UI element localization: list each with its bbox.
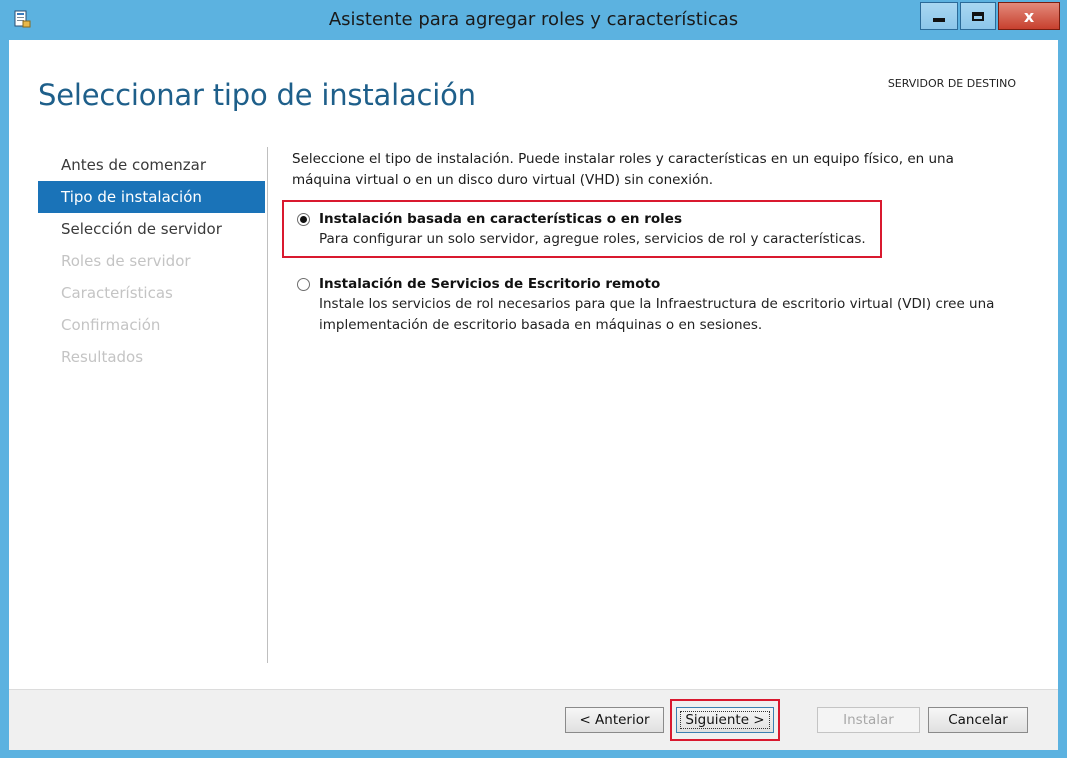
option-label[interactable]: Instalación de Servicios de Escritorio r… [319,276,660,292]
install-button: Instalar [817,707,920,733]
maximize-icon [972,11,984,21]
next-button[interactable]: Siguiente > [676,707,774,733]
wizard-window: Asistente para agregar roles y caracterí… [0,0,1067,758]
cancel-button[interactable]: Cancelar [928,707,1028,733]
nav-item-confirmacion: Confirmación [61,316,161,334]
destination-server-label: SERVIDOR DE DESTINO [887,77,1016,90]
nav-item-resultados: Resultados [61,348,144,366]
window-title: Asistente para agregar roles y caracterí… [328,9,739,30]
option-description: Instale los servicios de rol necesarios … [319,296,995,333]
nav-divider [267,147,268,663]
close-button[interactable]: x [998,2,1060,30]
nav-item-seleccion-de-servidor[interactable]: Selección de servidor [38,213,265,245]
title-bar[interactable]: Asistente para agregar roles y caracterí… [0,0,1067,40]
radio-role-based[interactable] [297,212,310,226]
wizard-footer: < Anterior Siguiente > Instalar Cancelar [9,689,1058,750]
maximize-button[interactable] [960,2,996,30]
focus-rectangle [680,711,770,729]
wizard-content: Seleccionar tipo de instalación SERVIDOR… [9,40,1058,750]
radio-remote-desktop[interactable] [297,277,310,291]
intro-text: Seleccione el tipo de instalación. Puede… [292,151,954,188]
page-title: Seleccionar tipo de instalación [38,78,476,112]
minimize-button[interactable] [920,2,958,30]
option-label[interactable]: Instalación basada en características o … [319,211,682,227]
nav-item-antes-de-comenzar[interactable]: Antes de comenzar [38,149,265,181]
wizard-steps-nav: Antes de comenzar Tipo de instalación Se… [38,149,265,373]
option-remote-desktop-install[interactable]: Instalación de Servicios de Escritorio r… [297,276,1027,336]
nav-item-caracteristicas: Características [61,284,173,302]
option-description: Para configurar un solo servidor, agregu… [319,231,866,247]
nav-item-tipo-de-instalacion[interactable]: Tipo de instalación [38,181,265,213]
minimize-icon [933,18,945,22]
previous-button[interactable]: < Anterior [565,707,664,733]
option-role-based-install[interactable]: Instalación basada en características o … [297,211,1027,250]
close-icon: x [1023,6,1035,26]
nav-item-roles-de-servidor: Roles de servidor [61,252,191,270]
